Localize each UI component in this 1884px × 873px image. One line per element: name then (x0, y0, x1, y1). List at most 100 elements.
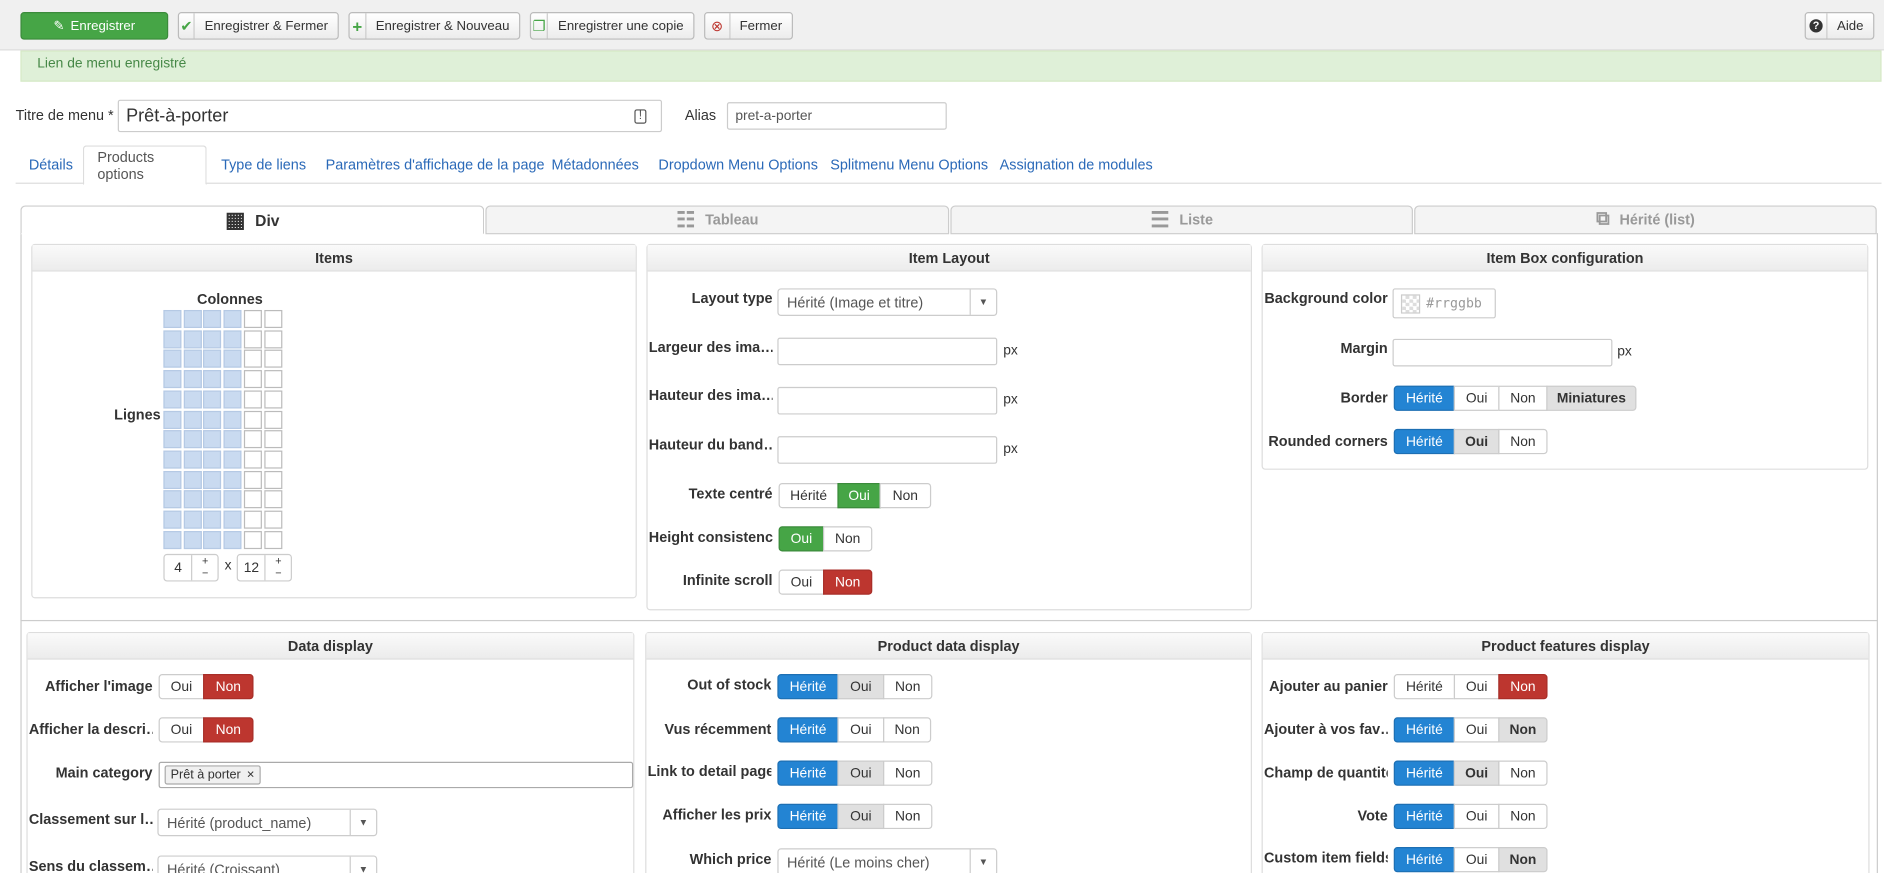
main-category-input[interactable]: Prêt à porter × (158, 761, 634, 789)
infinite-scroll-toggle[interactable]: Oui Non (778, 569, 873, 595)
centered-text-toggle[interactable]: Hérité Oui Non (778, 483, 932, 509)
height-consistency-toggle[interactable]: Oui Non (778, 526, 873, 552)
detail-link-toggle[interactable]: Hérité Oui Non (777, 760, 933, 786)
grid-cell[interactable] (223, 410, 242, 429)
layout-tab-inherited[interactable]: ⧉ Hérité (list) (1414, 205, 1877, 235)
title-input[interactable]: Prêt-à-porter! (117, 99, 663, 133)
grid-cell[interactable] (183, 450, 202, 469)
border-toggle[interactable]: Hérité Oui Non Miniatures (1393, 385, 1637, 411)
alias-input[interactable]: pret-a-porter (726, 102, 947, 130)
grid-cell[interactable] (223, 330, 242, 349)
grid-cell[interactable] (183, 309, 202, 329)
grid-cell[interactable] (243, 370, 262, 389)
grid-cell[interactable] (263, 370, 282, 389)
grid-cell[interactable] (223, 450, 242, 469)
items-grid[interactable] (163, 309, 283, 550)
tab-link-type[interactable]: Type de liens (208, 145, 319, 183)
grid-cell[interactable] (203, 350, 222, 369)
grid-cell[interactable] (243, 350, 262, 369)
grid-cell[interactable] (183, 350, 202, 369)
sort-direction-select[interactable]: Hérité (Croissant) ▼ (157, 855, 378, 873)
layout-tab-list[interactable]: ☰ Liste (950, 205, 1413, 235)
grid-cell[interactable] (183, 330, 202, 349)
grid-cell[interactable] (183, 490, 202, 509)
grid-cell[interactable] (203, 370, 222, 389)
grid-cell[interactable] (243, 470, 262, 489)
grid-cell[interactable] (183, 370, 202, 389)
quantity-field-toggle[interactable]: Hérité Oui Non (1393, 760, 1548, 786)
which-price-select[interactable]: Hérité (Le moins cher) ▼ (777, 848, 998, 873)
grid-cell[interactable] (223, 530, 242, 549)
grid-cell[interactable] (263, 350, 282, 369)
grid-cell[interactable] (223, 490, 242, 509)
grid-cell[interactable] (163, 370, 182, 389)
tab-page-display[interactable]: Paramètres d'affichage de la page (312, 145, 557, 183)
grid-cell[interactable] (243, 450, 262, 469)
rows-plus-minus[interactable]: + − (264, 555, 291, 581)
grid-cell[interactable] (163, 450, 182, 469)
grid-cell[interactable] (263, 450, 282, 469)
tab-splitmenu-options[interactable]: Splitmenu Menu Options (817, 145, 1001, 183)
show-description-toggle[interactable]: Oui Non (158, 717, 254, 743)
grid-cell[interactable] (163, 309, 182, 329)
close-button[interactable]: ⊗ Fermer (704, 12, 793, 40)
grid-cell[interactable] (223, 370, 242, 389)
grid-cell[interactable] (183, 530, 202, 549)
sort-by-select[interactable]: Hérité (product_name) ▼ (157, 808, 378, 837)
layout-type-select[interactable]: Hérité (Image et titre) ▼ (777, 288, 998, 316)
grid-cell[interactable] (243, 330, 262, 349)
grid-cell[interactable] (163, 330, 182, 349)
grid-cell[interactable] (263, 410, 282, 429)
grid-cell[interactable] (243, 410, 262, 429)
grid-cell[interactable] (243, 490, 262, 509)
columns-stepper[interactable]: 4 + − (163, 553, 219, 582)
grid-cell[interactable] (203, 510, 222, 529)
save-button[interactable]: ✎ Enregistrer (20, 12, 169, 40)
add-to-cart-toggle[interactable]: Hérité Oui Non (1393, 674, 1548, 700)
grid-cell[interactable] (263, 530, 282, 549)
tab-module-assignment[interactable]: Assignation de modules (986, 145, 1166, 183)
grid-cell[interactable] (223, 309, 242, 329)
help-button[interactable]: ? Aide (1804, 12, 1875, 40)
grid-cell[interactable] (203, 530, 222, 549)
columns-plus-minus[interactable]: + − (191, 555, 218, 581)
grid-cell[interactable] (203, 470, 222, 489)
rows-stepper[interactable]: 12 + − (236, 553, 292, 582)
grid-cell[interactable] (163, 510, 182, 529)
custom-fields-toggle[interactable]: Hérité Oui Non (1393, 847, 1548, 873)
grid-cell[interactable] (243, 309, 262, 329)
save-close-button[interactable]: ✔ Enregistrer & Fermer (177, 12, 339, 40)
grid-cell[interactable] (203, 309, 222, 329)
add-to-favorites-toggle[interactable]: Hérité Oui Non (1393, 717, 1548, 743)
grid-cell[interactable] (183, 510, 202, 529)
grid-cell[interactable] (203, 450, 222, 469)
grid-cell[interactable] (203, 330, 222, 349)
show-prices-toggle[interactable]: Hérité Oui Non (777, 803, 933, 830)
recently-viewed-toggle[interactable]: Hérité Oui Non (777, 717, 932, 743)
grid-cell[interactable] (183, 470, 202, 489)
grid-cell[interactable] (243, 390, 262, 409)
show-image-toggle[interactable]: Oui Non (158, 674, 254, 700)
grid-cell[interactable] (203, 490, 222, 509)
grid-cell[interactable] (223, 430, 242, 449)
grid-cell[interactable] (223, 350, 242, 369)
grid-cell[interactable] (263, 390, 282, 409)
band-height-input[interactable] (777, 436, 998, 464)
grid-cell[interactable] (243, 430, 262, 449)
tab-metadata[interactable]: Métadonnées (538, 145, 652, 183)
grid-cell[interactable] (263, 330, 282, 349)
background-color-input[interactable]: #rrggbb (1392, 288, 1496, 319)
grid-cell[interactable] (183, 390, 202, 409)
tab-dropdown-options[interactable]: Dropdown Menu Options (645, 145, 831, 183)
layout-tab-table[interactable]: ☷ Tableau (485, 205, 950, 235)
grid-cell[interactable] (263, 309, 282, 329)
vote-toggle[interactable]: Hérité Oui Non (1393, 803, 1548, 830)
save-new-button[interactable]: + Enregistrer & Nouveau (348, 12, 521, 40)
grid-cell[interactable] (163, 410, 182, 429)
grid-cell[interactable] (263, 430, 282, 449)
grid-cell[interactable] (243, 530, 262, 549)
grid-cell[interactable] (203, 410, 222, 429)
grid-cell[interactable] (223, 470, 242, 489)
save-copy-button[interactable]: ❐ Enregistrer une copie (529, 12, 695, 40)
grid-cell[interactable] (183, 430, 202, 449)
